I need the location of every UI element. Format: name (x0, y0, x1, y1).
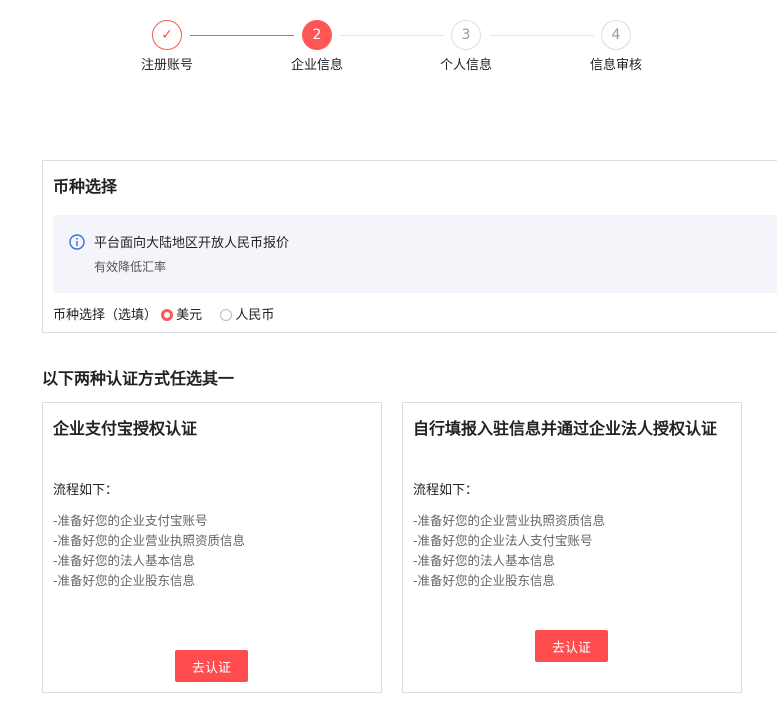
radio-cny[interactable]: 人民币 (220, 308, 274, 323)
list-item: -准备好您的企业营业执照资质信息 (413, 513, 606, 528)
auth-card-alipay: 企业支付宝授权认证 流程如下： -准备好您的企业支付宝账号 -准备好您的企业营业… (42, 402, 382, 693)
list-item: -准备好您的企业支付宝账号 (53, 513, 208, 528)
step-3-number: 3 (451, 20, 481, 50)
currency-title: 币种选择 (53, 177, 118, 196)
step-4-number: 4 (601, 20, 631, 50)
list-item: -准备好您的法人基本信息 (53, 553, 196, 568)
list-item: -准备好您的企业股东信息 (413, 573, 556, 588)
requirement-list: -准备好您的企业营业执照资质信息 -准备好您的企业法人支付宝账号 -准备好您的法… (413, 511, 605, 591)
auth-heading: 以下两种认证方式任选其一 (42, 369, 235, 388)
flow-label: 流程如下： (413, 483, 479, 498)
verify-manual-button[interactable]: 去认证 (535, 630, 608, 662)
radio-checked-icon (161, 309, 174, 321)
step-4-label: 信息审核 (589, 58, 642, 73)
radio-usd-label: 美元 (176, 308, 203, 323)
currency-field-label: 币种选择（选填） (53, 308, 158, 323)
info-icon (69, 234, 85, 250)
card-title: 自行填报入驻信息并通过企业法人授权认证 (413, 419, 718, 438)
step-connector (490, 35, 594, 36)
list-item: -准备好您的企业营业执照资质信息 (53, 533, 246, 548)
radio-unchecked-icon (220, 309, 233, 321)
radio-usd[interactable]: 美元 (161, 308, 202, 323)
step-1-check-icon: ✓ (152, 20, 182, 50)
step-2-label: 企业信息 (290, 58, 343, 73)
radio-cny-label: 人民币 (235, 308, 275, 323)
step-1-label: 注册账号 (140, 58, 193, 73)
step-3-label: 个人信息 (439, 58, 492, 73)
info-line-1: 平台面向大陆地区开放人民币报价 (94, 236, 290, 251)
flow-label: 流程如下： (53, 483, 119, 498)
info-banner: 平台面向大陆地区开放人民币报价 有效降低汇率 (53, 215, 777, 293)
list-item: -准备好您的法人基本信息 (413, 553, 556, 568)
step-connector (340, 35, 444, 36)
info-line-2: 有效降低汇率 (94, 260, 167, 274)
verify-alipay-button[interactable]: 去认证 (175, 650, 248, 682)
list-item: -准备好您的企业股东信息 (53, 573, 196, 588)
step-connector (190, 35, 294, 36)
step-2-number: 2 (302, 20, 332, 50)
auth-card-manual: 自行填报入驻信息并通过企业法人授权认证 流程如下： -准备好您的企业营业执照资质… (402, 402, 742, 693)
requirement-list: -准备好您的企业支付宝账号 -准备好您的企业营业执照资质信息 -准备好您的法人基… (53, 511, 245, 591)
currency-radio-row: 币种选择（选填） 美元 人民币 (53, 304, 274, 323)
list-item: -准备好您的企业法人支付宝账号 (413, 533, 593, 548)
card-title: 企业支付宝授权认证 (53, 419, 198, 438)
